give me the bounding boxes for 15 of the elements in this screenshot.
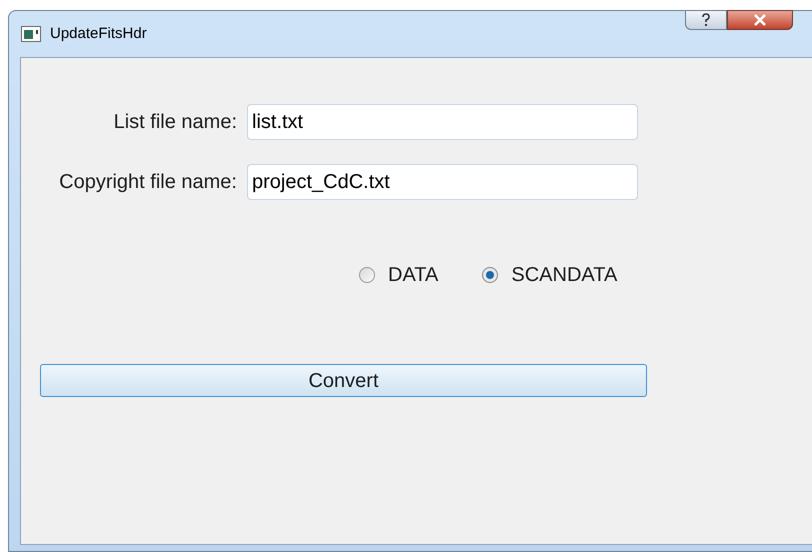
text-field[interactable]: project_CdC.txt	[247, 164, 638, 200]
text-field[interactable]: list.txt	[247, 104, 638, 140]
app-icon	[21, 26, 41, 42]
help-icon	[701, 13, 711, 27]
close-icon	[753, 14, 767, 26]
radio-label: DATA	[388, 263, 438, 288]
radio-button[interactable]	[359, 267, 375, 283]
field-label: Copyright file name:	[58, 170, 238, 195]
radio-label: SCANDATA	[511, 263, 618, 288]
convert-button[interactable]: Convert	[40, 364, 647, 397]
window-title: UpdateFitsHdr	[50, 24, 147, 44]
field-label: List file name:	[112, 110, 238, 135]
close-button[interactable]	[727, 10, 793, 30]
help-button[interactable]	[685, 10, 727, 30]
radio-button[interactable]	[482, 267, 498, 283]
